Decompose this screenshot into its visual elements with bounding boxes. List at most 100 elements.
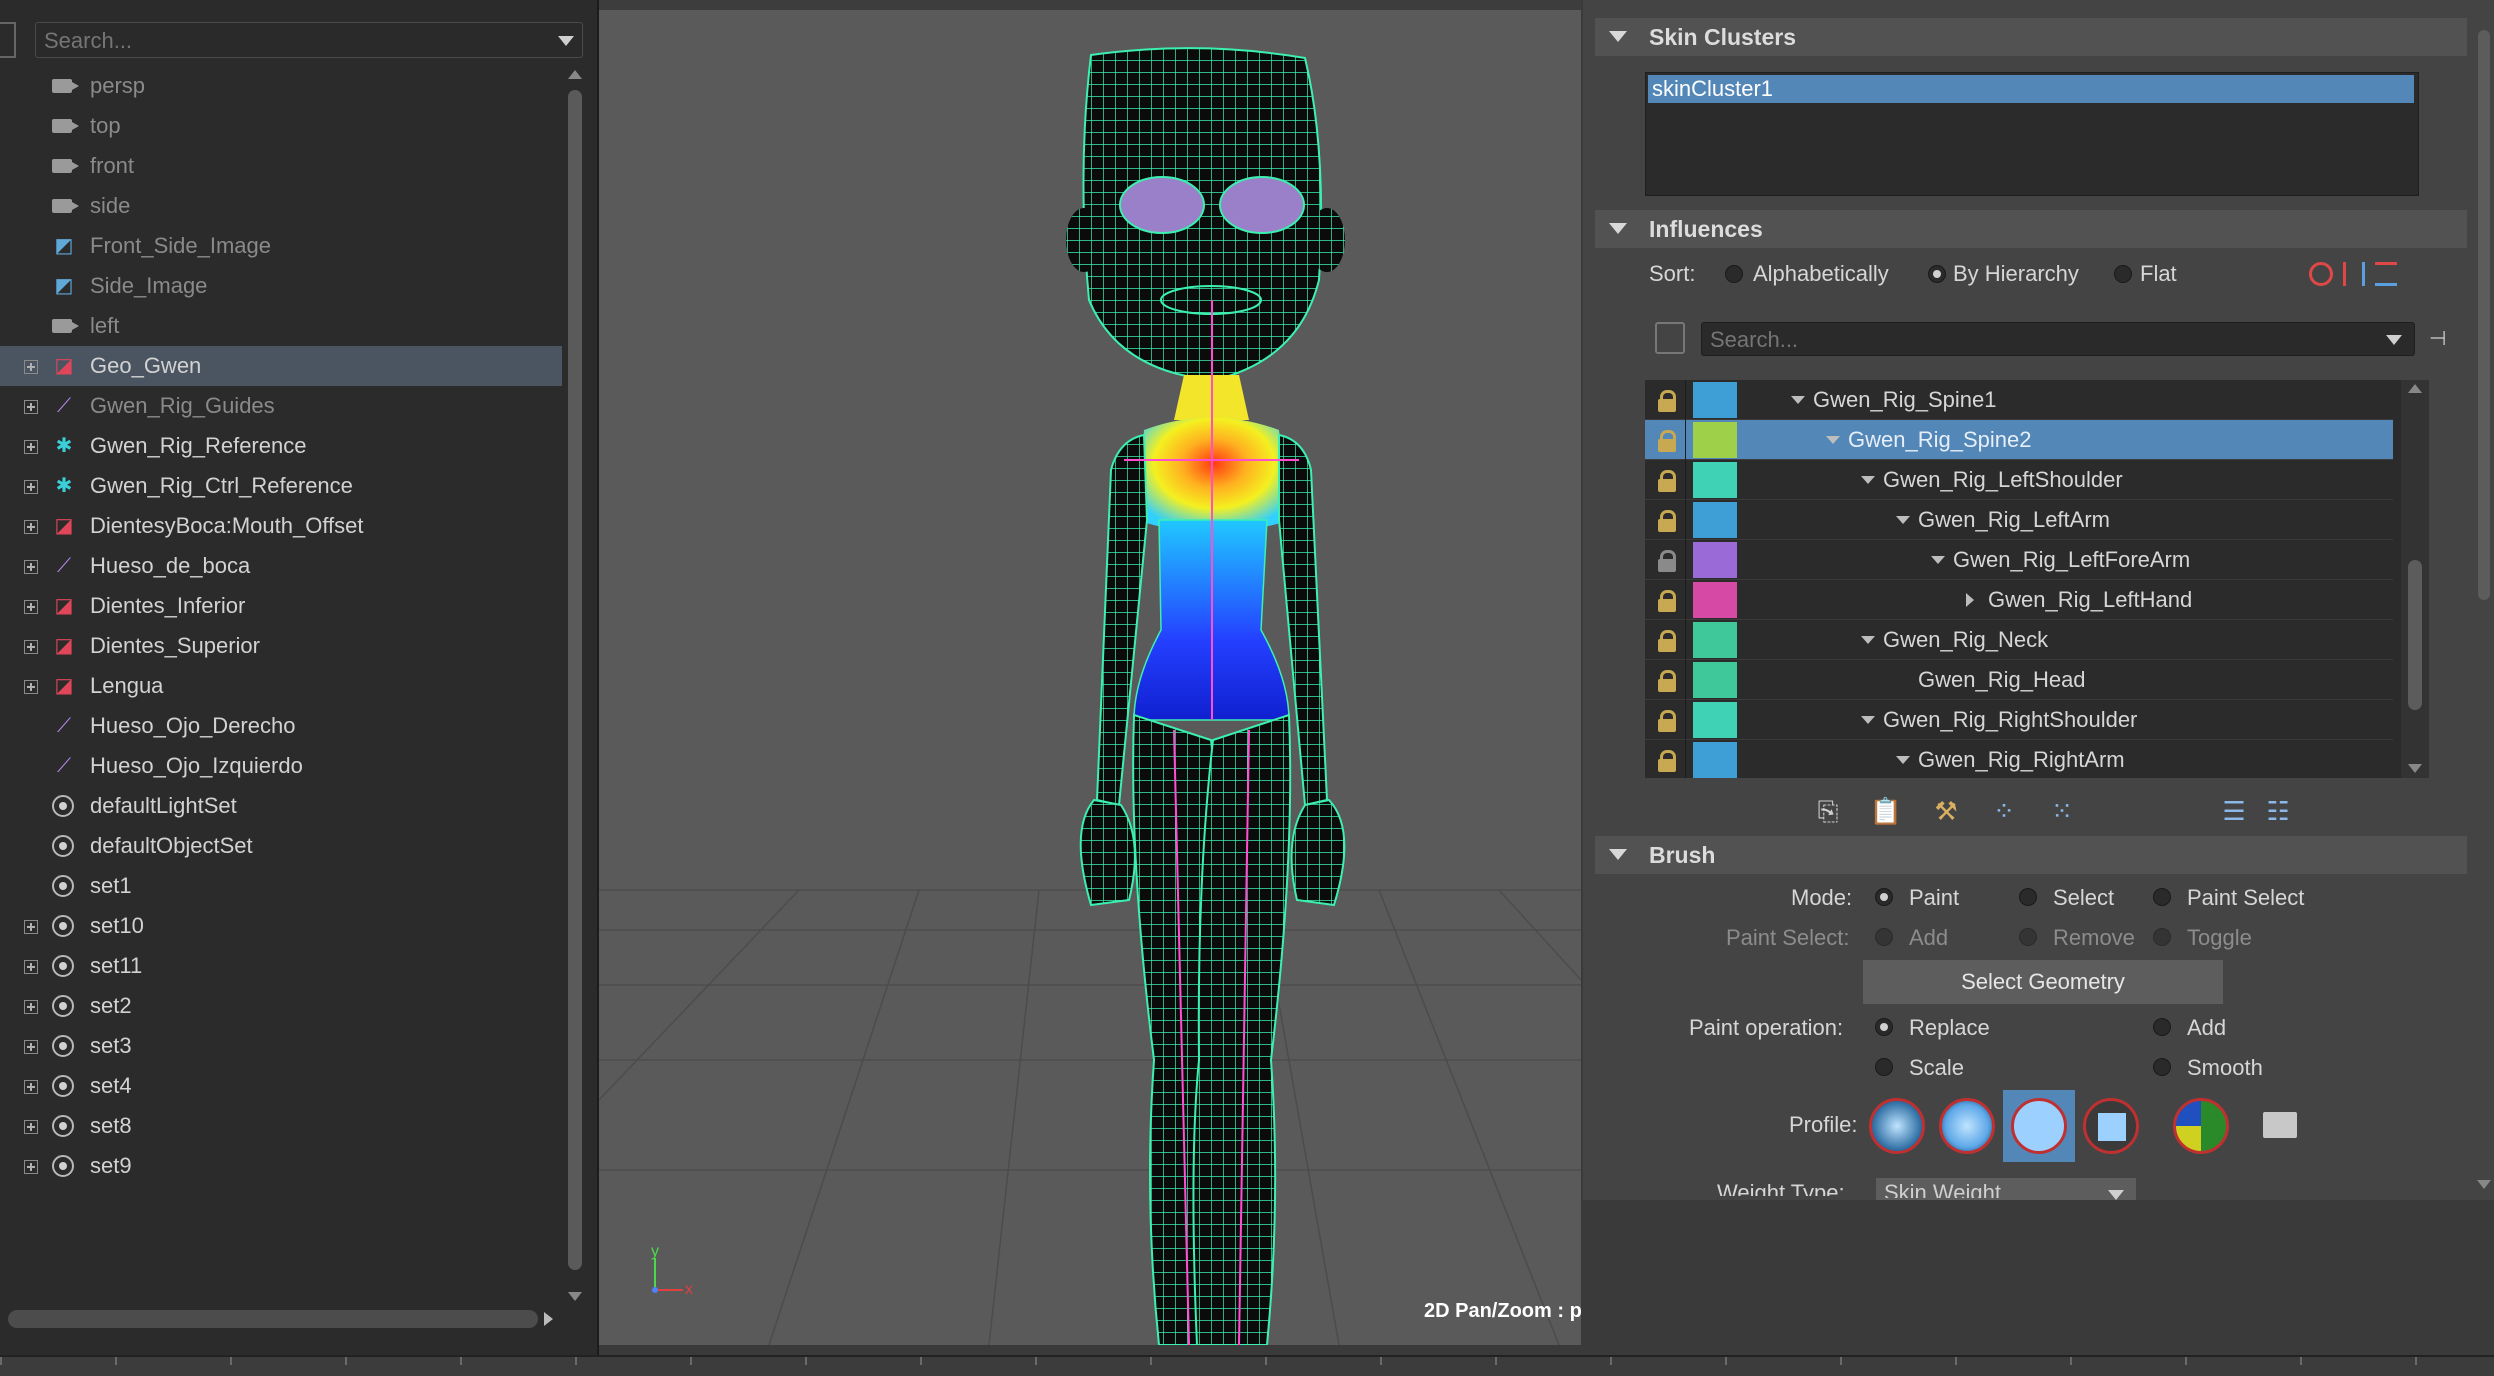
expand-list-icon[interactable]: ☷ bbox=[2261, 793, 2295, 829]
paint-op-replace-radio[interactable] bbox=[1875, 1018, 1893, 1036]
outliner-item[interactable]: ⟋ Hueso_Ojo_Derecho bbox=[0, 706, 562, 746]
outliner-item[interactable]: ◩ Side_Image bbox=[0, 266, 562, 306]
outliner-item[interactable]: ◪ Dientes_Inferior bbox=[0, 586, 562, 626]
mode-select-radio[interactable] bbox=[2019, 888, 2037, 906]
sort-flat-label[interactable]: Flat bbox=[2140, 261, 2177, 287]
collapse-triangle-icon[interactable] bbox=[1609, 31, 1627, 42]
outliner-search-box[interactable] bbox=[35, 22, 583, 58]
influence-row[interactable]: Gwen_Rig_RightShoulder bbox=[1645, 700, 2393, 740]
weight-hammer-icon[interactable]: ⚒ bbox=[1929, 793, 1963, 829]
profile-soft-icon[interactable] bbox=[1939, 1098, 1995, 1154]
mode-paint-label[interactable]: Paint bbox=[1909, 885, 1959, 911]
outliner-vertical-scrollbar[interactable] bbox=[566, 70, 584, 1301]
chevron-down-icon[interactable] bbox=[558, 36, 574, 46]
outliner-item[interactable]: set1 bbox=[0, 866, 562, 906]
flag-icon[interactable] bbox=[2375, 262, 2397, 286]
lock-icon[interactable] bbox=[1653, 388, 1681, 414]
outliner-item[interactable]: ◪ Dientes_Superior bbox=[0, 626, 562, 666]
expand-plus-icon[interactable] bbox=[24, 360, 38, 374]
scroll-down-icon[interactable] bbox=[2477, 1180, 2491, 1189]
scroll-right-icon[interactable] bbox=[544, 1312, 553, 1326]
lock-icon[interactable] bbox=[1653, 468, 1681, 494]
expand-plus-icon[interactable] bbox=[24, 1000, 38, 1014]
expand-plus-icon[interactable] bbox=[24, 440, 38, 454]
folder-icon[interactable] bbox=[2263, 1112, 2297, 1138]
character-right-leg[interactable] bbox=[1192, 713, 1292, 1345]
profile-gaussian-icon[interactable] bbox=[1869, 1098, 1925, 1154]
influence-color-swatch[interactable] bbox=[1693, 702, 1737, 738]
influence-row[interactable]: Gwen_Rig_Neck bbox=[1645, 620, 2393, 660]
lock-icon[interactable] bbox=[1653, 708, 1681, 734]
pin-icon[interactable]: ⊣ bbox=[2429, 326, 2451, 350]
expand-plus-icon[interactable] bbox=[24, 520, 38, 534]
outliner-item[interactable]: set2 bbox=[0, 986, 562, 1026]
collapse-arrow-icon[interactable] bbox=[1931, 556, 1945, 564]
outliner-horizontal-scrollbar[interactable] bbox=[8, 1310, 538, 1328]
outliner-item[interactable]: set9 bbox=[0, 1146, 562, 1186]
outliner-item[interactable]: ✱ Gwen_Rig_Ctrl_Reference bbox=[0, 466, 562, 506]
influence-color-swatch[interactable] bbox=[1693, 462, 1737, 498]
influence-row[interactable]: Gwen_Rig_LeftHand bbox=[1645, 580, 2393, 620]
influence-color-swatch[interactable] bbox=[1693, 622, 1737, 658]
mode-paint-select-radio[interactable] bbox=[2153, 888, 2171, 906]
collapse-arrow-icon[interactable] bbox=[1861, 636, 1875, 644]
profile-image-icon[interactable] bbox=[2173, 1098, 2229, 1154]
influence-row[interactable]: Gwen_Rig_Spine2 bbox=[1645, 420, 2393, 460]
panel-scrollbar[interactable] bbox=[2476, 30, 2492, 1190]
influence-color-swatch[interactable] bbox=[1693, 742, 1737, 778]
paint-op-add-label[interactable]: Add bbox=[2187, 1015, 2226, 1041]
scroll-down-icon[interactable] bbox=[568, 1292, 582, 1301]
outliner-item[interactable]: side bbox=[0, 186, 562, 226]
lock-icon[interactable] bbox=[1653, 628, 1681, 654]
scroll-up-icon[interactable] bbox=[2408, 384, 2422, 393]
scroll-down-icon[interactable] bbox=[2408, 764, 2422, 773]
outliner-item[interactable]: ◩ Front_Side_Image bbox=[0, 226, 562, 266]
outliner-item[interactable]: ◪ Lengua bbox=[0, 666, 562, 706]
chevron-down-icon[interactable] bbox=[2108, 1190, 2124, 1200]
expand-plus-icon[interactable] bbox=[24, 480, 38, 494]
collapse-arrow-icon[interactable] bbox=[1861, 716, 1875, 724]
outliner-filter-icon[interactable] bbox=[0, 22, 16, 58]
influence-scrollbar[interactable] bbox=[2401, 380, 2429, 778]
sort-list-icon[interactable] bbox=[2343, 262, 2365, 286]
influence-row[interactable]: Gwen_Rig_LeftArm bbox=[1645, 500, 2393, 540]
lock-icon[interactable] bbox=[1653, 588, 1681, 614]
outliner-item[interactable]: defaultObjectSet bbox=[0, 826, 562, 866]
influences-header[interactable]: Influences bbox=[1595, 210, 2467, 248]
paint-op-add-radio[interactable] bbox=[2153, 1018, 2171, 1036]
outliner-item[interactable]: ⟋ Hueso_de_boca bbox=[0, 546, 562, 586]
influence-search-box[interactable] bbox=[1701, 322, 2415, 356]
collapse-arrow-icon[interactable] bbox=[1896, 756, 1910, 764]
outliner-item[interactable]: ✱ Gwen_Rig_Reference bbox=[0, 426, 562, 466]
influence-search-input[interactable] bbox=[1708, 326, 2352, 354]
paint-select-add-radio[interactable] bbox=[1875, 928, 1893, 946]
move-weights-icon[interactable]: ⁘ bbox=[1987, 793, 2021, 829]
sort-flat-radio[interactable] bbox=[2114, 265, 2132, 283]
influence-list[interactable]: Gwen_Rig_Spine1 Gwen_Rig_Spine2 Gwen_Rig_L… bbox=[1645, 380, 2429, 778]
expand-plus-icon[interactable] bbox=[24, 1120, 38, 1134]
expand-plus-icon[interactable] bbox=[24, 680, 38, 694]
mode-select-label[interactable]: Select bbox=[2053, 885, 2114, 911]
expand-plus-icon[interactable] bbox=[24, 640, 38, 654]
influence-row[interactable]: Gwen_Rig_RightArm bbox=[1645, 740, 2393, 778]
outliner-item[interactable]: ⟋ Hueso_Ojo_Izquierdo bbox=[0, 746, 562, 786]
paint-select-toggle-radio[interactable] bbox=[2153, 928, 2171, 946]
influence-color-swatch[interactable] bbox=[1693, 502, 1737, 538]
influence-color-swatch[interactable] bbox=[1693, 582, 1737, 618]
outliner-item[interactable]: defaultLightSet bbox=[0, 786, 562, 826]
panel-scroll-thumb[interactable] bbox=[2478, 30, 2490, 600]
lock-icon[interactable] bbox=[1653, 748, 1681, 774]
expand-arrow-icon[interactable] bbox=[1966, 593, 1974, 607]
collapse-triangle-icon[interactable] bbox=[1609, 223, 1627, 234]
mode-paint-select-label[interactable]: Paint Select bbox=[2187, 885, 2304, 911]
outliner-item[interactable]: set11 bbox=[0, 946, 562, 986]
timeline-bar[interactable] bbox=[0, 1355, 2494, 1376]
influence-row[interactable]: Gwen_Rig_LeftShoulder bbox=[1645, 460, 2393, 500]
skin-cluster-item[interactable]: skinCluster1 bbox=[1648, 75, 2414, 103]
outliner-item[interactable]: set8 bbox=[0, 1106, 562, 1146]
lock-icon[interactable] bbox=[1653, 428, 1681, 454]
collapse-arrow-icon[interactable] bbox=[1896, 516, 1910, 524]
lock-icon[interactable] bbox=[1653, 508, 1681, 534]
collapse-arrow-icon[interactable] bbox=[1861, 476, 1875, 484]
show-influenced-icon[interactable]: ⁙ bbox=[2045, 793, 2079, 829]
